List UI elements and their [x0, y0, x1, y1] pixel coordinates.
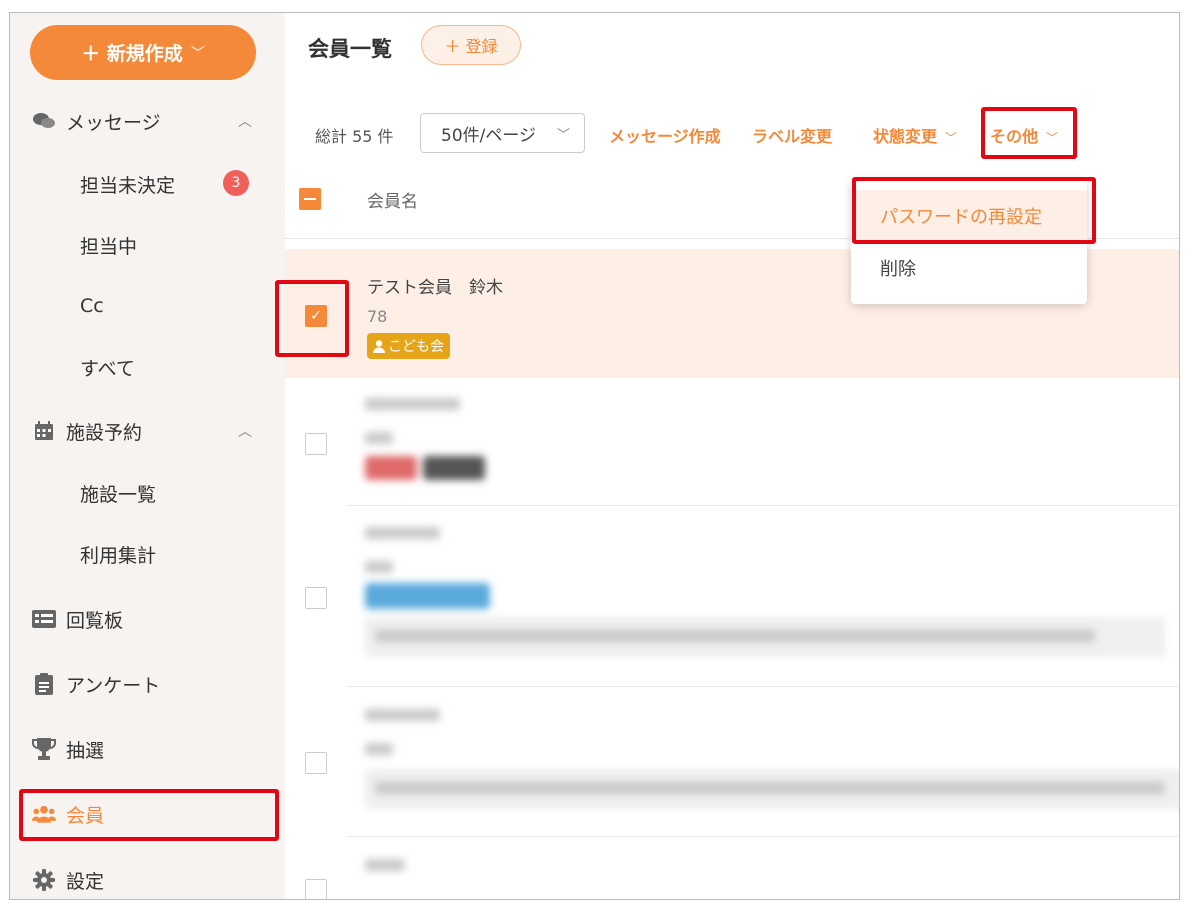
highlight-box-members [19, 789, 279, 841]
sidebar-subitem-in-charge[interactable]: 担当中 [80, 230, 137, 260]
member-name: テスト会員 鈴木 [367, 278, 503, 298]
sidebar: ＋ 新規作成 ﹀ メッセージ ︿ 担当未決定 3 担当中 Cc すべて 施設予約 [10, 13, 285, 899]
row-checkbox[interactable] [305, 587, 327, 609]
calendar-icon [32, 419, 56, 443]
compose-message-button[interactable]: メッセージ作成 [609, 123, 721, 147]
person-icon [373, 339, 385, 353]
app-window: ＋ 新規作成 ﹀ メッセージ ︿ 担当未決定 3 担当中 Cc すべて 施設予約 [9, 12, 1180, 900]
chevron-up-icon[interactable]: ︿ [238, 111, 252, 131]
blurred-content [365, 709, 1179, 809]
select-all-checkbox[interactable] [299, 188, 321, 210]
sidebar-subitem-facility-list[interactable]: 施設一覧 [80, 478, 156, 508]
menu-item-delete[interactable]: 削除 [851, 242, 1087, 294]
row-checkbox[interactable] [305, 879, 327, 899]
per-page-select[interactable]: 50件/ページ ﹀ [420, 113, 585, 153]
sidebar-item-label: メッセージ [66, 111, 161, 134]
sidebar-item-label: 設定 [66, 870, 105, 893]
sidebar-subitem-all[interactable]: すべて [80, 352, 135, 382]
blurred-content [365, 859, 405, 871]
sidebar-subitem-label: 利用集計 [80, 544, 157, 567]
row-checkbox[interactable] [305, 433, 327, 455]
member-tag: こども会 [367, 333, 450, 359]
sidebar-subitem-cc[interactable]: Cc [80, 291, 104, 321]
highlight-box-other [981, 107, 1077, 159]
sidebar-item-board[interactable]: 回覧板 [10, 599, 285, 639]
row-checkbox[interactable] [305, 752, 327, 774]
table-row[interactable] [285, 687, 1179, 837]
label-change-button[interactable]: ラベル変更 [752, 123, 832, 147]
highlight-box-row-checkbox [275, 280, 349, 357]
sidebar-subitem-label: 施設一覧 [80, 483, 157, 506]
new-create-label: ＋ 新規作成 [81, 43, 183, 65]
chevron-down-icon: ﹀ [190, 45, 205, 62]
sidebar-subitem-unassigned[interactable]: 担当未決定 [80, 169, 175, 199]
sidebar-subitem-label: 担当中 [80, 235, 138, 258]
per-page-value: 50件/ページ [441, 125, 537, 146]
column-header-name: 会員名 [367, 192, 418, 212]
member-tag-label: こども会 [388, 339, 444, 355]
gear-icon [32, 868, 56, 892]
sidebar-item-label: 施設予約 [66, 421, 143, 444]
page-title: 会員一覧 [308, 37, 392, 61]
member-id: 78 [367, 307, 388, 326]
sidebar-item-lottery[interactable]: 抽選 [10, 729, 285, 769]
main-content: 会員一覧 ＋ 登録 総計 55 件 50件/ページ ﹀ メッセージ作成 ラベル変… [275, 13, 1179, 899]
sidebar-item-facilities[interactable]: 施設予約 ︿ [10, 411, 285, 451]
register-button[interactable]: ＋ 登録 [421, 25, 521, 65]
blurred-content [365, 398, 485, 480]
chevron-up-icon[interactable]: ︿ [238, 421, 252, 441]
unread-count-badge: 3 [223, 170, 249, 196]
sidebar-subitem-label: すべて [80, 357, 135, 380]
sidebar-item-label: 抽選 [66, 739, 105, 762]
sidebar-item-settings[interactable]: 設定 [10, 860, 285, 899]
total-count: 総計 55 件 [315, 127, 394, 146]
status-change-dropdown[interactable]: 状態変更 ﹀ [873, 123, 957, 147]
sidebar-item-label: アンケート [66, 674, 161, 697]
sidebar-item-messages[interactable]: メッセージ ︿ [10, 101, 285, 141]
chat-icon [32, 109, 56, 133]
status-change-label: 状態変更 [873, 127, 938, 146]
table-row[interactable] [285, 378, 1179, 506]
table-row[interactable] [285, 507, 1179, 687]
blurred-content [365, 527, 1165, 657]
sidebar-subitem-usage-stats[interactable]: 利用集計 [80, 539, 156, 569]
new-create-button[interactable]: ＋ 新規作成 ﹀ [30, 25, 256, 80]
sidebar-item-survey[interactable]: アンケート [10, 664, 285, 704]
divider [347, 505, 1179, 506]
sidebar-subitem-label: 担当未決定 [80, 174, 176, 197]
clipboard-icon [32, 672, 56, 696]
chevron-down-icon: ﹀ [945, 131, 958, 145]
sidebar-subitem-label: Cc [80, 295, 104, 317]
board-icon [32, 607, 56, 631]
trophy-icon [32, 737, 56, 761]
highlight-box-reset-password [852, 177, 1096, 244]
table-row[interactable] [285, 837, 1179, 899]
sidebar-item-label: 回覧板 [66, 609, 124, 632]
chevron-down-icon: ﹀ [556, 127, 570, 143]
